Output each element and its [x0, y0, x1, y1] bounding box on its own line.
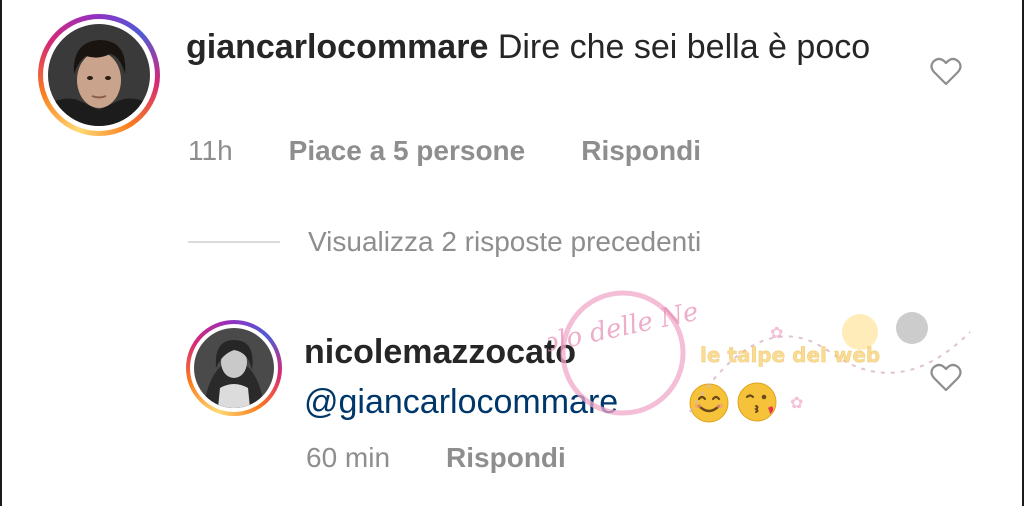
- frame-edge-left: [0, 0, 2, 506]
- comment-meta: 11h Piace a 5 persone Rispondi: [188, 135, 701, 167]
- avatar-story-ring[interactable]: [38, 14, 160, 136]
- comment-username[interactable]: giancarlocommare: [186, 28, 488, 66]
- heart-outline-icon[interactable]: [930, 362, 962, 392]
- view-replies-label[interactable]: Visualizza 2 risposte precedenti: [308, 226, 701, 258]
- smiling-face-emoji: [689, 383, 729, 423]
- heart-outline-icon[interactable]: [930, 56, 962, 86]
- comment-body: giancarlocommare Dire che sei bella è po…: [186, 22, 886, 72]
- comment-time: 11h: [188, 135, 233, 166]
- likes-count-link[interactable]: Piace a 5 persone: [289, 135, 526, 167]
- reply-button[interactable]: Rispondi: [581, 135, 701, 167]
- mention-link[interactable]: @giancarlocommare: [304, 383, 618, 421]
- avatar-story-ring[interactable]: [186, 320, 282, 416]
- view-previous-replies[interactable]: Visualizza 2 risposte precedenti: [188, 226, 701, 258]
- divider-line: [188, 241, 280, 243]
- comment-username[interactable]: nicolemazzocato: [304, 327, 904, 377]
- reply-button[interactable]: Rispondi: [446, 442, 566, 474]
- comment-text: Dire che sei bella è poco: [497, 28, 871, 66]
- comment-time: 60 min: [306, 442, 391, 473]
- comment-body: nicolemazzocato @giancarlocommare: [304, 327, 904, 427]
- comment-meta: 60 min Rispondi: [306, 442, 566, 474]
- avatar: [194, 328, 274, 408]
- face-blowing-kiss-emoji: [737, 382, 777, 422]
- avatar: [48, 24, 150, 126]
